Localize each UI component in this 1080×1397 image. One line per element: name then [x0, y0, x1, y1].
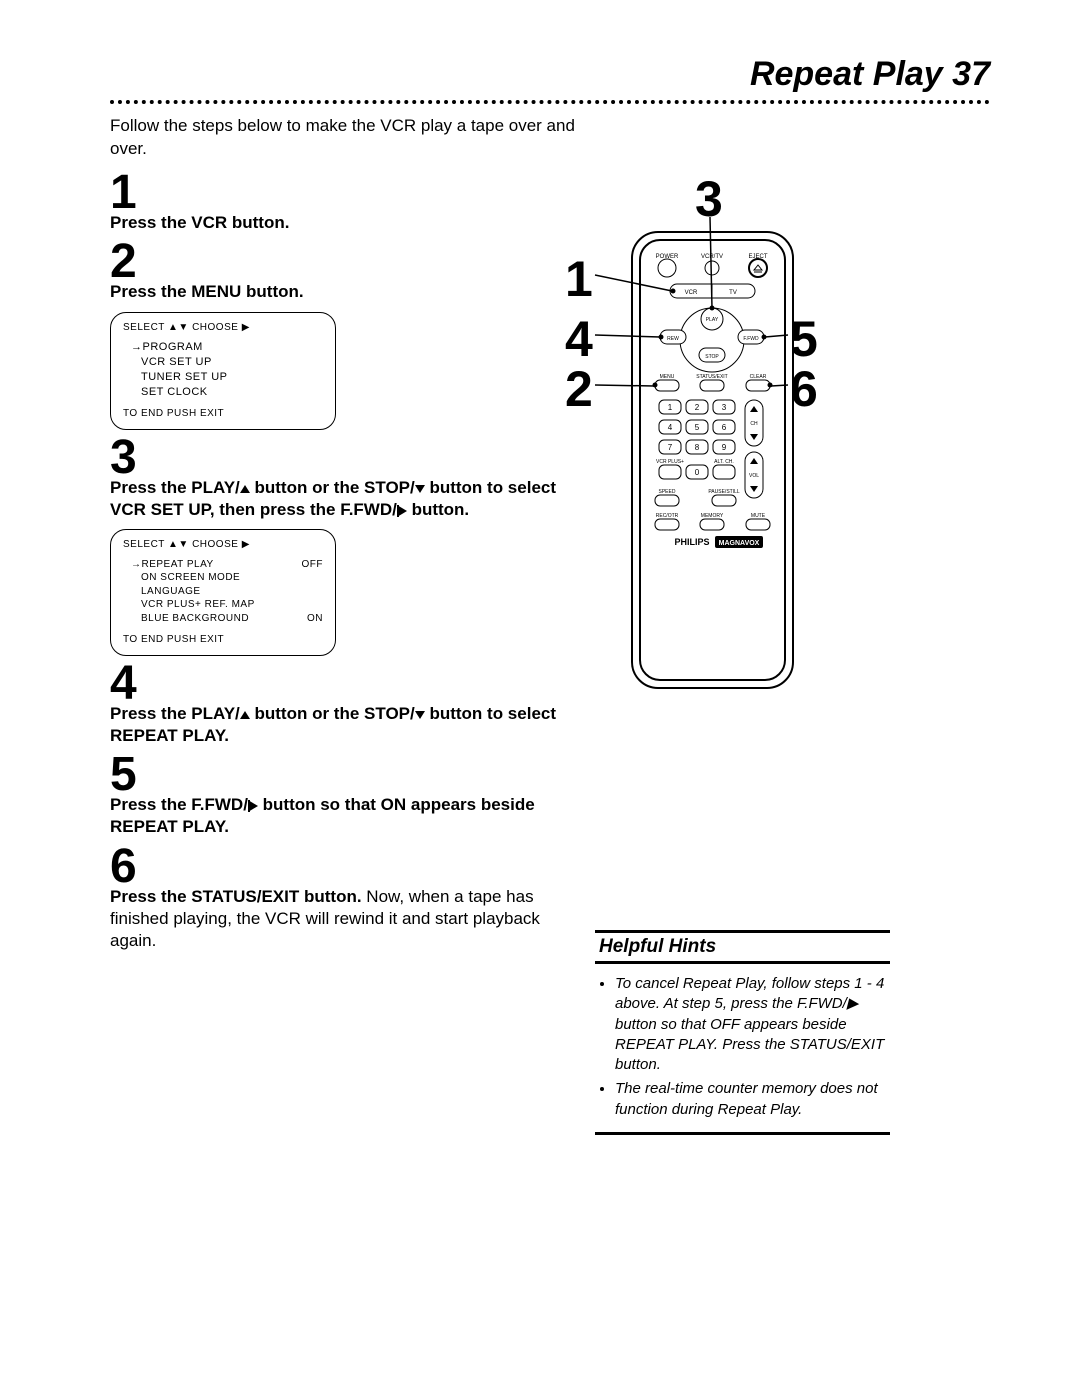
step-4-number: 4: [110, 662, 590, 705]
hint-item: The real-time counter memory does not fu…: [615, 1079, 886, 1120]
step-1-text: Press the VCR button.: [110, 212, 590, 234]
svg-text:4: 4: [668, 423, 673, 432]
step-1-body: Press the VCR button.: [110, 213, 289, 232]
triangle-up-icon: [240, 485, 250, 493]
step-2-number: 2: [110, 240, 590, 283]
l: BLUE BACKGROUND: [141, 613, 249, 624]
status-button: [700, 380, 724, 391]
svg-text:VOL: VOL: [749, 473, 759, 479]
page-title: Repeat Play 37: [750, 55, 990, 94]
t: button or the STOP/: [250, 478, 415, 497]
t: button or the STOP/: [250, 704, 415, 723]
svg-text:5: 5: [695, 423, 700, 432]
svg-text:REC/OTR: REC/OTR: [656, 513, 679, 519]
power-button: [658, 259, 676, 277]
osd1-item: TUNER SET UP: [123, 370, 323, 385]
lbl-clear: CLEAR: [750, 374, 767, 380]
svg-text:SPEED: SPEED: [659, 489, 676, 495]
svg-text:PAUSE/STILL: PAUSE/STILL: [708, 489, 740, 495]
page-number: 37: [952, 55, 990, 93]
hints-body: To cancel Repeat Play, follow steps 1 - …: [595, 964, 890, 1135]
triangle-down-icon: [415, 711, 425, 719]
fast-forward-icon: [248, 800, 258, 812]
remote-svg: POWER VCR/TV EJECT VCR TV PLAY REW F.FWD…: [630, 230, 795, 690]
osd1-footer: TO END PUSH EXIT: [123, 407, 323, 421]
osd1-item: →PROGRAM: [123, 340, 323, 355]
osd2-item: BLUE BACKGROUND ON: [123, 612, 323, 626]
menu-button: [655, 380, 679, 391]
t: Press the PLAY/: [110, 704, 240, 723]
manual-page: Repeat Play 37 Follow the steps below to…: [0, 0, 1080, 1397]
osd2-item: VCR PLUS+ REF. MAP: [123, 598, 323, 612]
svg-text:0: 0: [695, 468, 700, 477]
osd1-header: SELECT ▲▼ CHOOSE ▶: [123, 321, 323, 335]
lbl-status: STATUS/EXIT: [696, 374, 727, 380]
helpful-hints-box: Helpful Hints To cancel Repeat Play, fol…: [595, 930, 890, 1135]
svg-text:ALT. CH.: ALT. CH.: [714, 459, 734, 465]
lbl-tv: TV: [729, 290, 737, 296]
svg-text:2: 2: [695, 403, 700, 412]
lbl-vcr: VCR: [685, 290, 698, 296]
osd2-header: SELECT ▲▼ CHOOSE ▶: [123, 538, 323, 552]
lbl-stop: STOP: [705, 354, 719, 360]
triangle-up-icon: [240, 711, 250, 719]
title-underline: [110, 100, 990, 104]
vcrtv-button: [705, 261, 719, 275]
svg-text:1: 1: [668, 403, 673, 412]
osd2-item: ON SCREEN MODE: [123, 571, 323, 585]
title-text: Repeat Play: [750, 55, 943, 93]
brand-magnavox: MAGNAVOX: [719, 540, 760, 547]
hints-title: Helpful Hints: [595, 930, 890, 964]
step-6-text: Press the STATUS/EXIT button. Now, when …: [110, 886, 590, 952]
svg-text:9: 9: [722, 443, 727, 452]
brand-philips: PHILIPS: [674, 537, 709, 547]
t: Press the F.FWD/: [110, 795, 248, 814]
svg-text:MUTE: MUTE: [751, 513, 766, 519]
step-3-number: 3: [110, 436, 590, 479]
triangle-down-icon: [415, 485, 425, 493]
svg-text:6: 6: [722, 423, 727, 432]
callout-3: 3: [695, 170, 723, 228]
step-3-text: Press the PLAY/ button or the STOP/ butt…: [110, 477, 590, 521]
fast-forward-icon: [397, 505, 407, 517]
lbl-play: PLAY: [706, 317, 719, 323]
svg-text:3: 3: [722, 403, 727, 412]
osd1-item: VCR SET UP: [123, 355, 323, 370]
t: Press the PLAY/: [110, 478, 240, 497]
lbl-menu: MENU: [660, 374, 675, 380]
osd-screen-1: SELECT ▲▼ CHOOSE ▶ →PROGRAM VCR SET UP T…: [110, 312, 336, 430]
osd2-footer: TO END PUSH EXIT: [123, 633, 323, 647]
osd-screen-2: SELECT ▲▼ CHOOSE ▶ →REPEAT PLAY OFF ON SC…: [110, 529, 336, 656]
hint-item: To cancel Repeat Play, follow steps 1 - …: [615, 974, 886, 1075]
svg-text:CH: CH: [750, 421, 758, 427]
v: OFF: [302, 558, 324, 572]
osd2-item: LANGUAGE: [123, 585, 323, 599]
l: →REPEAT PLAY: [131, 559, 214, 570]
svg-text:7: 7: [668, 443, 673, 452]
osd1-item: SET CLOCK: [123, 385, 323, 400]
intro-text: Follow the steps below to make the VCR p…: [110, 115, 590, 161]
t: Press the STATUS/EXIT button.: [110, 887, 362, 906]
steps-column: 1 Press the VCR button. 2 Press the MENU…: [110, 165, 590, 952]
callout-2: 2: [565, 360, 593, 418]
svg-text:VCR PLUS+: VCR PLUS+: [656, 459, 684, 465]
step-5-text: Press the F.FWD/ button so that ON appea…: [110, 794, 590, 838]
lbl-ffwd: F.FWD: [743, 336, 759, 342]
step-2-text: Press the MENU button.: [110, 281, 590, 303]
lbl-vcrtv: VCR/TV: [701, 254, 723, 260]
svg-text:8: 8: [695, 443, 700, 452]
step-4-text: Press the PLAY/ button or the STOP/ butt…: [110, 703, 590, 747]
t: button.: [407, 500, 469, 519]
svg-text:MEMORY: MEMORY: [701, 513, 724, 519]
number-pad: 1 2 3 4 5 6 7 8 9 VCR PLUS+ ALT. CH. 0: [656, 400, 735, 479]
osd2-item: →REPEAT PLAY OFF: [123, 558, 323, 572]
clear-button: [746, 380, 770, 391]
v: ON: [307, 612, 323, 626]
lbl-rew: REW: [667, 336, 679, 342]
step-5-number: 5: [110, 753, 590, 796]
eject-button: [749, 259, 767, 277]
callout-1: 1: [565, 250, 593, 308]
step-1-number: 1: [110, 171, 590, 214]
step-6-number: 6: [110, 845, 590, 888]
